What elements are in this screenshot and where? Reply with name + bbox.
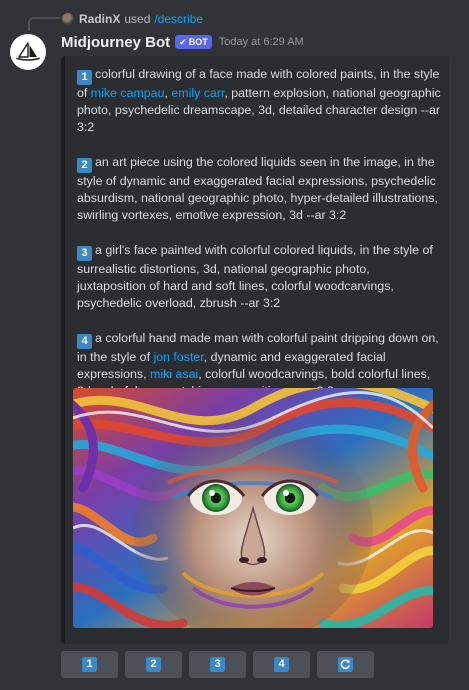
prompt-list: 1 colorful drawing of a face made with co… (77, 66, 441, 418)
artist-link[interactable]: emily carr (171, 86, 224, 100)
bot-username[interactable]: Midjourney Bot (61, 34, 170, 51)
bot-tag-label: BOT (188, 37, 208, 47)
keycap-2-icon: 2 (146, 657, 161, 672)
action-button-row: 1 2 3 4 (61, 651, 374, 678)
prompt-option-3: 3a girl's face painted with colorful col… (77, 242, 441, 312)
slash-command-name[interactable]: /describe (154, 12, 203, 26)
keycap-3-icon: 3 (77, 246, 92, 261)
described-image[interactable] (73, 388, 433, 628)
keycap-2-icon: 2 (77, 158, 92, 173)
imagine-button-4[interactable]: 4 (253, 651, 310, 678)
reply-connector (28, 17, 60, 31)
artist-link[interactable]: jon foster (153, 350, 203, 364)
keycap-4-icon: 4 (274, 657, 289, 672)
verified-check-icon: ✔ (179, 36, 187, 47)
message-timestamp[interactable]: Today at 6:29 AM (219, 36, 304, 48)
refresh-icon (338, 657, 353, 672)
reply-username[interactable]: RadinX (79, 12, 120, 26)
imagine-button-1[interactable]: 1 (61, 651, 118, 678)
prompt-option-1: 1 colorful drawing of a face made with co… (77, 66, 441, 136)
bot-avatar[interactable] (10, 34, 46, 70)
reply-user-avatar[interactable] (62, 13, 74, 25)
prompt-option-2: 2 an art piece using the colored liquids … (77, 154, 441, 224)
slash-command-reply: RadinX used /describe (62, 11, 203, 27)
artist-link[interactable]: mike campau (91, 86, 165, 100)
artist-link[interactable]: miki asai (150, 367, 198, 381)
prompt-text: a girl's face painted with colorful colo… (77, 243, 433, 310)
sailboat-icon (16, 42, 40, 61)
keycap-1-icon: 1 (77, 70, 92, 85)
psychedelic-face-artwork (73, 388, 433, 628)
keycap-3-icon: 3 (210, 657, 225, 672)
describe-embed: 1 colorful drawing of a face made with co… (61, 56, 449, 644)
message-header: Midjourney Bot ✔ BOT Today at 6:29 AM (61, 32, 304, 52)
keycap-1-icon: 1 (82, 657, 97, 672)
reply-verb: used (124, 12, 151, 26)
bot-tag: ✔ BOT (175, 35, 212, 49)
imagine-button-3[interactable]: 3 (189, 651, 246, 678)
keycap-4-icon: 4 (77, 334, 92, 349)
reroll-button[interactable] (317, 651, 374, 678)
imagine-button-2[interactable]: 2 (125, 651, 182, 678)
prompt-text: an art piece using the colored liquids s… (77, 155, 438, 222)
